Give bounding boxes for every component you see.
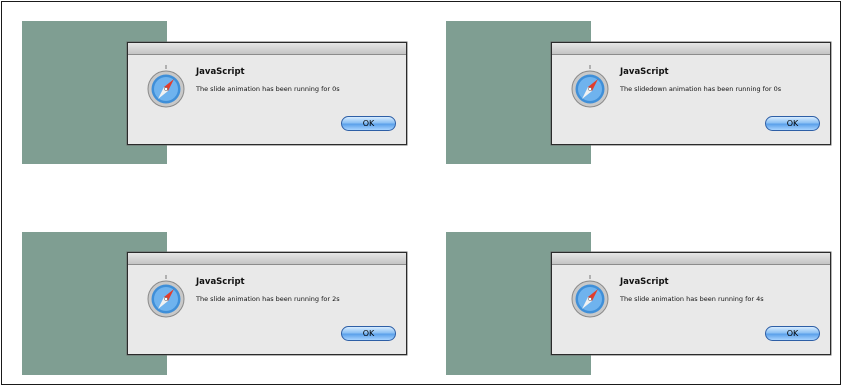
dialog-titlebar <box>128 43 406 55</box>
alert-dialog: JavaScript The slide animation has been … <box>127 42 407 145</box>
dialog-message: The slide animation has been running for… <box>620 295 764 303</box>
ok-button[interactable]: OK <box>765 326 820 341</box>
alert-dialog: JavaScript The slide animation has been … <box>127 252 407 355</box>
dialog-title: JavaScript <box>196 277 245 287</box>
ok-button[interactable]: OK <box>341 116 396 131</box>
dialog-message: The slide animation has been running for… <box>196 85 340 93</box>
dialog-message: The slide animation has been running for… <box>196 295 340 303</box>
dialog-titlebar <box>552 253 830 265</box>
safari-compass-icon <box>571 65 609 108</box>
dialog-titlebar <box>128 253 406 265</box>
dialog-title: JavaScript <box>620 67 669 77</box>
dialog-titlebar <box>552 43 830 55</box>
ok-button[interactable]: OK <box>765 116 820 131</box>
dialog-title: JavaScript <box>620 277 669 287</box>
safari-compass-icon <box>147 275 185 318</box>
safari-compass-icon <box>571 275 609 318</box>
ok-button[interactable]: OK <box>341 326 396 341</box>
safari-compass-icon <box>147 65 185 108</box>
dialog-title: JavaScript <box>196 67 245 77</box>
alert-dialog: JavaScript The slide animation has been … <box>551 252 831 355</box>
dialog-message: The slidedown animation has been running… <box>620 85 782 93</box>
alert-dialog: JavaScript The slidedown animation has b… <box>551 42 831 145</box>
